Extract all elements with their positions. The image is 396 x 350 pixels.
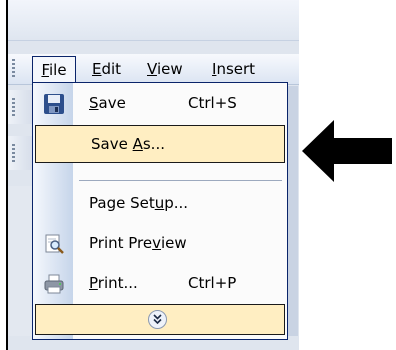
save-label-mnemonic: S bbox=[89, 94, 99, 112]
menu-insert-rest: nsert bbox=[216, 60, 256, 78]
black-arrow-pointer bbox=[302, 120, 392, 182]
menu-insert[interactable]: Insert bbox=[204, 56, 263, 82]
toolbar-grip-1[interactable] bbox=[12, 98, 15, 116]
print-preview-icon bbox=[45, 234, 64, 254]
page-setup-label-post: p... bbox=[164, 194, 189, 212]
save-label-post: ave bbox=[98, 94, 126, 112]
save-as-label-mnemonic: A bbox=[132, 135, 143, 153]
menu-item-save-label: Save bbox=[89, 94, 126, 112]
menu-file-mnemonic: F bbox=[41, 61, 49, 79]
print-label-mnemonic: P bbox=[89, 274, 98, 292]
menu-separator bbox=[79, 180, 282, 181]
double-chevron-down-icon bbox=[148, 310, 167, 329]
menubar-grip[interactable] bbox=[12, 59, 15, 77]
save-as-label-post: s... bbox=[142, 135, 165, 153]
print-label-post: rint... bbox=[97, 274, 138, 292]
print-preview-label-mnemonic: v bbox=[152, 234, 162, 252]
menu-edit-rest: dit bbox=[101, 60, 122, 78]
workspace-edge bbox=[8, 186, 32, 336]
printer-icon bbox=[44, 274, 64, 294]
page-setup-label-mnemonic: u bbox=[154, 194, 165, 212]
menu-expand-button[interactable] bbox=[35, 304, 285, 335]
menu-item-save-shortcut: Ctrl+S bbox=[188, 94, 237, 112]
menu-file[interactable]: File bbox=[32, 56, 76, 83]
floppy-disk-icon bbox=[44, 94, 64, 114]
menu-item-save-as-label: Save As... bbox=[91, 135, 165, 153]
menu-view-mnemonic: V bbox=[147, 60, 157, 78]
menu-edit[interactable]: Edit bbox=[84, 56, 129, 82]
menu-item-page-setup-label: Page Setup... bbox=[89, 194, 188, 212]
menu-view-rest: iew bbox=[156, 60, 183, 78]
print-preview-label-pre: Print Pre bbox=[89, 234, 153, 252]
page-setup-label-pre: Page Set bbox=[89, 194, 155, 212]
file-menu-dropdown: Save Ctrl+S Save As... Page Setup... Pri… bbox=[32, 82, 288, 340]
menu-item-save-as[interactable]: Save As... bbox=[35, 125, 285, 163]
menu-item-print-preview-label: Print Preview bbox=[89, 234, 187, 252]
menu-item-print-shortcut: Ctrl+P bbox=[188, 274, 237, 292]
save-as-label-pre: Save bbox=[91, 135, 133, 153]
print-preview-label-post: iew bbox=[161, 234, 187, 252]
menu-item-print[interactable]: Print... Ctrl+P bbox=[33, 265, 287, 303]
toolbar-grip-2[interactable] bbox=[12, 144, 15, 162]
menu-item-print-label: Print... bbox=[89, 274, 138, 292]
menu-item-save[interactable]: Save Ctrl+S bbox=[33, 85, 287, 123]
menu-item-print-preview[interactable]: Print Preview bbox=[33, 225, 287, 263]
menu-item-page-setup[interactable]: Page Setup... bbox=[33, 185, 287, 223]
title-area bbox=[8, 0, 299, 41]
menu-view[interactable]: View bbox=[139, 56, 191, 82]
menu-file-rest: ile bbox=[48, 61, 67, 79]
application-window: File Edit View Insert Save Ctrl+S Save A… bbox=[6, 0, 299, 350]
